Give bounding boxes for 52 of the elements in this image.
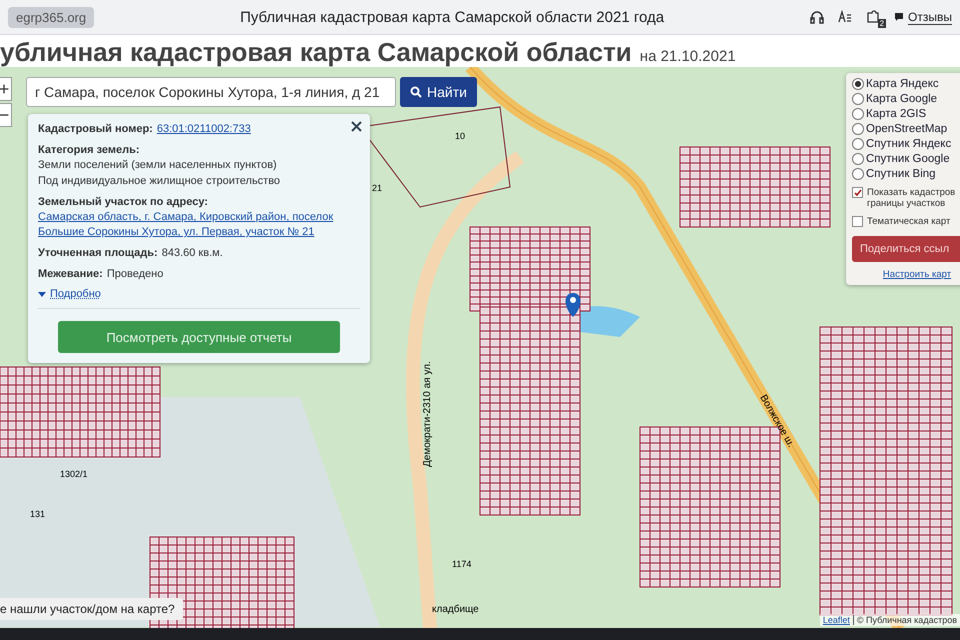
- map-option[interactable]: Карта Яндекс: [852, 78, 960, 90]
- address-bar[interactable]: egrp365.org: [8, 6, 94, 28]
- map-option[interactable]: Карта Google: [852, 93, 960, 105]
- parcel-number: 21: [372, 183, 382, 193]
- headphones-icon[interactable]: [810, 10, 824, 24]
- reader-icon[interactable]: [838, 10, 852, 24]
- zoom-out-button[interactable]: −: [0, 103, 12, 127]
- speech-bubble-icon: [894, 12, 904, 22]
- parcel-number: 1302/1: [60, 469, 88, 479]
- info-note: Под индивидуальное жилищное строительство: [38, 174, 282, 189]
- parcel-number: 1174: [452, 559, 472, 569]
- field-value: Проведено: [106, 267, 164, 282]
- configure-map-link[interactable]: Настроить карт: [852, 269, 960, 280]
- zoom-in-button[interactable]: +: [0, 77, 12, 101]
- layer-option[interactable]: Тематическая карт: [852, 216, 960, 227]
- place-label: кладбище: [432, 604, 479, 615]
- not-found-prompt[interactable]: е нашли участок/дом на карте?: [0, 598, 183, 620]
- field-value: 843.60 кв.м.: [162, 246, 223, 261]
- share-button[interactable]: Поделиться ссыл: [852, 236, 960, 262]
- map-option[interactable]: Карта 2GIS: [852, 108, 960, 120]
- search-button[interactable]: Найти: [400, 77, 477, 107]
- field-label: Уточненная площадь:: [38, 246, 158, 261]
- page-title: Публичная кадастровая карта Самарской области 2021 года: [239, 8, 666, 26]
- field-label: Кадастровый номер:: [38, 122, 153, 137]
- map-option[interactable]: Спутник Bing: [852, 168, 960, 180]
- info-link[interactable]: 63:01:0211002:733: [156, 122, 251, 137]
- search-field[interactable]: г Самара, поселок Сорокины Хутора, 1-я линия, д 21: [26, 77, 396, 107]
- map-option[interactable]: Спутник Яндекс: [852, 138, 960, 150]
- feedback-link[interactable]: Отзывы: [908, 10, 952, 24]
- street-label: Демократи-2310 ая ул.: [422, 361, 433, 467]
- caret-icon: [38, 292, 46, 296]
- field-label: Межевание:: [38, 267, 103, 282]
- notification-count: 2: [878, 19, 886, 28]
- leaflet-link[interactable]: Leaflet: [822, 615, 850, 625]
- close-icon: [351, 121, 362, 132]
- attribution-text: © Публичная кадастров: [852, 615, 957, 625]
- info-link[interactable]: Самарская область, г. Самара, Кировский район, поселок Большие Сорокины Хутора, ул. Первая, участок № 21: [38, 210, 338, 240]
- details-link[interactable]: Подробно: [38, 288, 360, 309]
- location-pin-icon: [566, 293, 580, 317]
- parcel-number: 131: [30, 509, 46, 519]
- page-heading: убличная кадастровая карта Самарской области: [0, 39, 632, 65]
- search-icon: [410, 86, 422, 98]
- field-label: Земельный участок по адресу:: [38, 195, 208, 210]
- map-option[interactable]: Спутник Google: [852, 153, 960, 165]
- parcel-number: 10: [455, 131, 466, 141]
- field-value: Земли поселений (земли населенных пунктов): [38, 158, 277, 173]
- check-icon: [854, 188, 862, 196]
- layer-option[interactable]: Показать кадастров границы участков: [852, 187, 960, 209]
- extensions-icon[interactable]: [866, 10, 880, 24]
- heading-date: на 21.10.2021: [640, 48, 736, 65]
- map-option[interactable]: OpenStreetMap: [852, 123, 960, 135]
- field-label: Категория земель:: [38, 143, 140, 158]
